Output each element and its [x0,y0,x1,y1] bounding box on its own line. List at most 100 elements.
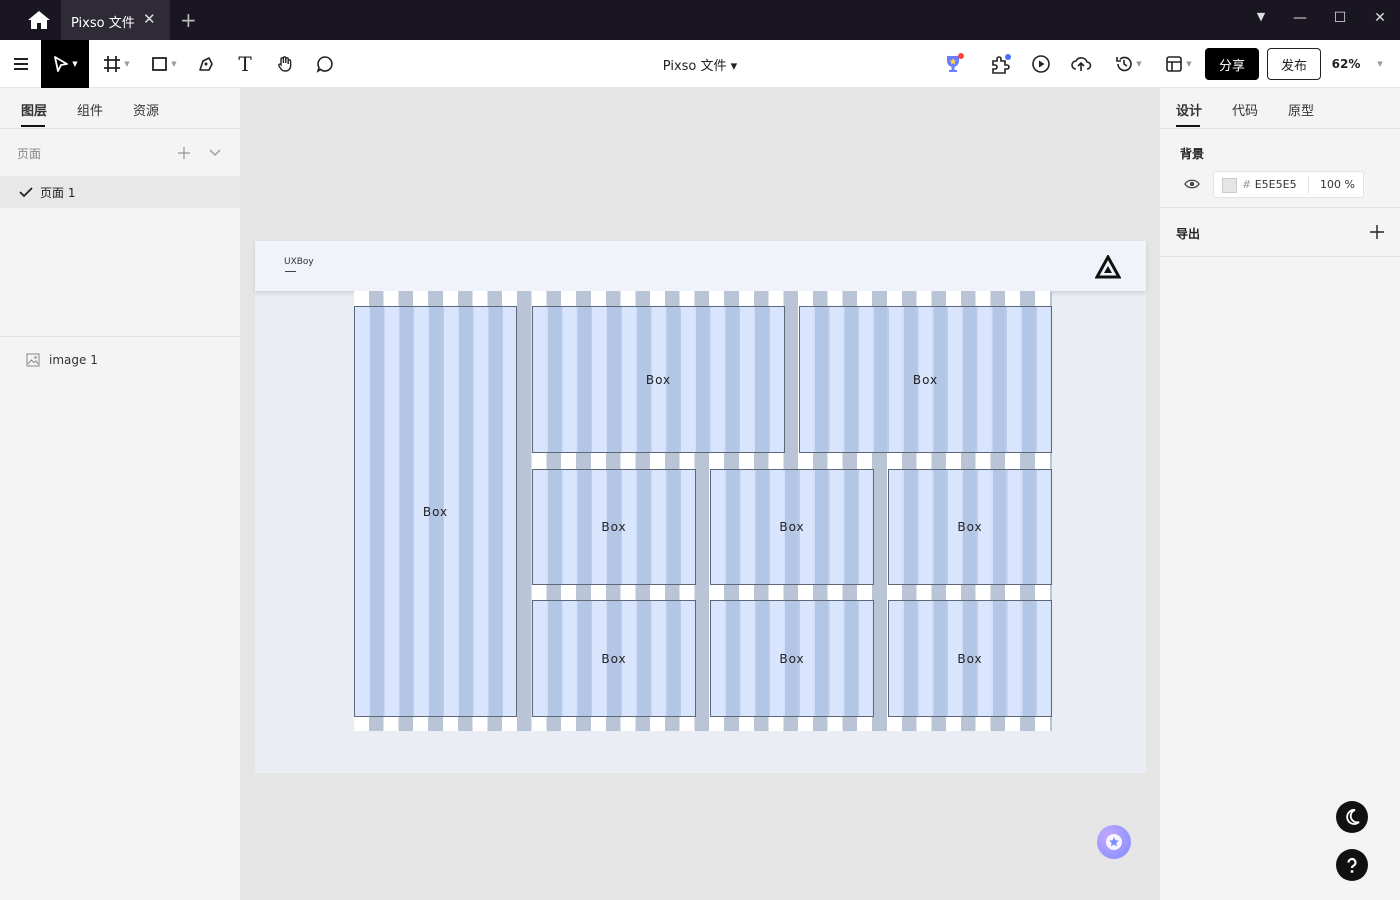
file-tab-title: Pixso 文件 [71,16,135,31]
divider [0,336,240,337]
background-section-title: 背景 [1180,147,1205,161]
background-hex-value[interactable]: # E5E5E5 [1242,178,1297,191]
moon-icon [1346,809,1360,825]
left-panel: 图层 组件 资源 页面 页面 1 image 1 [0,88,241,900]
ai-assistant-button[interactable] [1097,825,1131,859]
eye-icon[interactable] [1184,177,1200,191]
tab-components[interactable]: 组件 [77,100,103,119]
canvas-frame[interactable]: UXBoy Box Box Box Box Box Box Box Box Bo… [255,241,1146,773]
triangle-logo-icon [1095,255,1121,279]
zoom-level[interactable]: 62% [1330,40,1362,88]
history-button[interactable]: ▼ [1110,40,1146,88]
home-icon[interactable] [26,9,52,31]
puzzle-icon [992,54,1011,74]
page-item[interactable]: 页面 1 [0,176,240,208]
box-bottom-2[interactable]: Box [710,600,874,717]
box-mid-2[interactable]: Box [710,469,874,585]
box-tall[interactable]: Box [354,306,517,717]
rectangle-icon [152,57,168,71]
frame-header: UXBoy [255,241,1146,291]
active-tab-indicator [21,125,45,127]
trophy-icon [947,53,964,72]
chevron-down-icon: ▼ [171,60,177,68]
tab-prototype[interactable]: 原型 [1288,100,1314,119]
plugins-button[interactable] [988,40,1014,88]
brand-underline [285,271,296,272]
file-tab[interactable]: Pixso 文件 ✕ [61,0,170,40]
minimize-button[interactable]: — [1290,10,1310,30]
trophy-button[interactable] [940,40,966,88]
background-color-field[interactable]: # E5E5E5 100 % [1213,171,1364,198]
add-page-icon[interactable] [176,145,192,161]
image-icon [26,353,40,367]
hamburger-icon [14,58,28,70]
tab-layers[interactable]: 图层 [21,100,47,119]
chevron-down-icon: ▼ [124,60,130,68]
publish-button[interactable]: 发布 [1267,48,1321,80]
comment-icon [316,56,333,73]
cloud-upload-icon [1071,57,1092,71]
chevron-down-icon[interactable] [208,146,222,160]
present-button[interactable] [1029,40,1053,88]
help-button[interactable] [1336,849,1368,881]
zoom-dropdown-icon[interactable]: ▼ [1372,40,1386,88]
pages-section-label: 页面 [17,147,42,161]
box-bottom-1[interactable]: Box [532,600,696,717]
close-window-button[interactable]: ✕ [1370,10,1390,30]
pen-tool-button[interactable] [193,40,219,88]
export-section-title: 导出 [1176,227,1201,241]
move-tool-button[interactable]: ▼ [41,40,89,88]
layout-icon [1166,56,1183,72]
divider [1160,256,1400,257]
document-title[interactable]: Pixso 文件 ▾ [640,40,760,88]
brand-logo-text: UXBoy [284,257,314,267]
divider [1160,128,1400,129]
pen-icon [199,57,213,71]
divider [1308,176,1309,194]
box-top-wide-2[interactable]: Box [799,306,1052,453]
add-export-icon[interactable] [1369,224,1385,240]
tab-code[interactable]: 代码 [1232,100,1258,119]
color-swatch[interactable] [1222,178,1237,193]
hand-icon [278,56,292,72]
divider [1160,207,1400,208]
text-tool-button[interactable]: T [232,40,258,88]
hash-symbol: # [1242,178,1252,191]
dark-mode-toggle[interactable] [1336,801,1368,833]
box-mid-1[interactable]: Box [532,469,696,585]
question-icon [1347,857,1357,873]
box-mid-3[interactable]: Box [888,469,1052,585]
upload-button[interactable] [1068,40,1094,88]
maximize-button[interactable]: ☐ [1330,10,1350,30]
right-panel: 设计 代码 原型 背景 # E5E5E5 100 % 导出 [1159,88,1400,900]
chevron-down-icon: ▼ [1186,60,1192,68]
layer-item[interactable]: image 1 [0,348,240,372]
tab-design[interactable]: 设计 [1176,100,1202,119]
star-icon [1106,834,1122,850]
chevron-down-icon: ▼ [1136,60,1142,68]
new-tab-button[interactable]: + [180,8,197,32]
main-menu-button[interactable] [8,40,34,88]
active-tab-indicator [1176,125,1200,127]
page-item-label: 页面 1 [40,186,76,200]
toolbar: ▼ ▼ ▼ T Pixso 文件 ▾ ▼ ▼ 分享 发布 62% ▼ [0,40,1400,88]
background-opacity-value[interactable]: 100 % [1320,178,1355,191]
hex-text: E5E5E5 [1254,178,1297,191]
tab-assets[interactable]: 资源 [133,100,159,119]
chevron-down-icon: ▼ [72,60,78,68]
frame-tool-button[interactable]: ▼ [98,40,134,88]
play-icon [1032,55,1050,73]
history-icon [1116,56,1133,72]
frame-icon [104,56,121,72]
share-button[interactable]: 分享 [1205,48,1259,80]
hand-tool-button[interactable] [272,40,298,88]
title-bar: Pixso 文件 ✕ + ▼ — ☐ ✕ [0,0,1400,40]
close-tab-icon[interactable]: ✕ [143,10,156,28]
box-top-wide-1[interactable]: Box [532,306,785,453]
layout-button[interactable]: ▼ [1160,40,1196,88]
shape-tool-button[interactable]: ▼ [146,40,182,88]
comment-tool-button[interactable] [312,40,338,88]
layer-item-label: image 1 [49,353,98,367]
box-bottom-3[interactable]: Box [888,600,1052,717]
window-menu-icon[interactable]: ▼ [1251,10,1271,30]
